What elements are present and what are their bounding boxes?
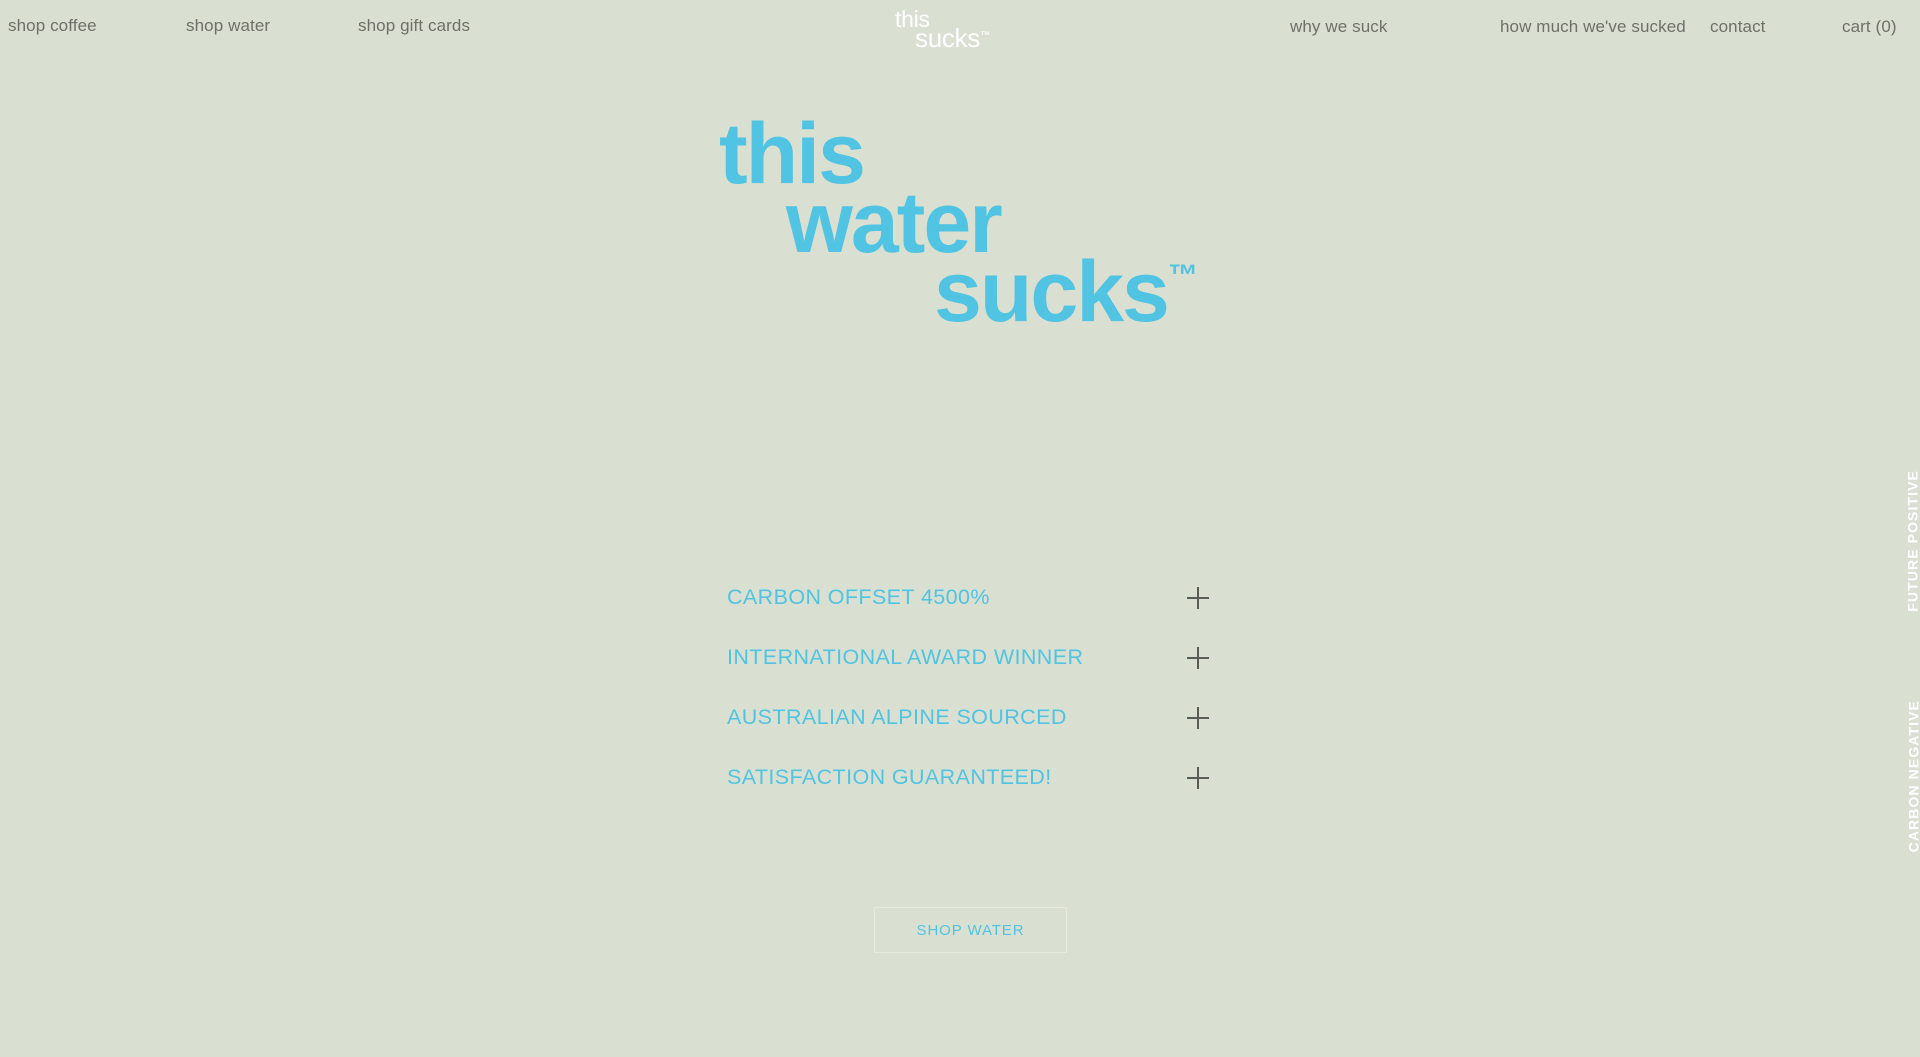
feature-label: INTERNATIONAL AWARD WINNER bbox=[727, 645, 1084, 670]
plus-icon[interactable] bbox=[1187, 707, 1209, 729]
hero-trademark-icon: ™ bbox=[1167, 258, 1198, 292]
site-header: shop coffee shop water shop gift cards t… bbox=[0, 0, 1920, 62]
plus-icon[interactable] bbox=[1187, 647, 1209, 669]
side-label-future-positive: FUTURE POSITIVE bbox=[1905, 470, 1920, 612]
feature-label: CARBON OFFSET 4500% bbox=[727, 585, 990, 610]
nav-item-contact: contact bbox=[1710, 18, 1842, 37]
feature-award-winner[interactable]: INTERNATIONAL AWARD WINNER bbox=[727, 628, 1209, 688]
nav-item-cart: cart (0) bbox=[1842, 18, 1906, 37]
nav-shop-water[interactable]: shop water bbox=[186, 17, 358, 34]
feature-accordion: CARBON OFFSET 4500% INTERNATIONAL AWARD … bbox=[727, 568, 1209, 808]
nav-contact[interactable]: contact bbox=[1710, 18, 1766, 35]
nav-item-how-much-weve-sucked: how much we've sucked bbox=[1500, 18, 1710, 37]
nav-how-much-weve-sucked[interactable]: how much we've sucked bbox=[1500, 18, 1686, 35]
feature-label: SATISFACTION GUARANTEED! bbox=[727, 765, 1052, 790]
logo-trademark-icon: ™ bbox=[979, 30, 990, 41]
primary-nav-right: why we suck how much we've sucked contac… bbox=[1290, 18, 1920, 37]
logo-text-bottom: sucks™ bbox=[915, 25, 990, 51]
primary-nav-left: shop coffee shop water shop gift cards bbox=[0, 0, 530, 34]
feature-label: AUSTRALIAN ALPINE SOURCED bbox=[727, 705, 1067, 730]
feature-alpine-sourced[interactable]: AUSTRALIAN ALPINE SOURCED bbox=[727, 688, 1209, 748]
hero-line-sucks: sucks™ bbox=[934, 249, 1920, 335]
nav-why-we-suck[interactable]: why we suck bbox=[1290, 18, 1387, 35]
nav-shop-gift-cards[interactable]: shop gift cards bbox=[358, 17, 530, 34]
site-logo[interactable]: this sucks™ bbox=[895, 8, 1035, 58]
nav-item-why-we-suck: why we suck bbox=[1290, 18, 1500, 37]
feature-satisfaction[interactable]: SATISFACTION GUARANTEED! bbox=[727, 748, 1209, 808]
hero-section: this water sucks™ bbox=[0, 111, 1920, 335]
plus-icon[interactable] bbox=[1187, 587, 1209, 609]
cta-container: SHOP WATER bbox=[874, 907, 1067, 953]
nav-shop-coffee[interactable]: shop coffee bbox=[8, 17, 186, 34]
shop-water-button[interactable]: SHOP WATER bbox=[874, 907, 1067, 953]
plus-icon[interactable] bbox=[1187, 767, 1209, 789]
feature-carbon-offset[interactable]: CARBON OFFSET 4500% bbox=[727, 568, 1209, 628]
logo-word-sucks: sucks bbox=[915, 23, 980, 53]
nav-cart[interactable]: cart (0) bbox=[1842, 18, 1897, 35]
side-label-carbon-negative: CARBON NEGATIVE bbox=[1905, 700, 1920, 853]
hero-word-sucks: sucks bbox=[934, 243, 1170, 340]
